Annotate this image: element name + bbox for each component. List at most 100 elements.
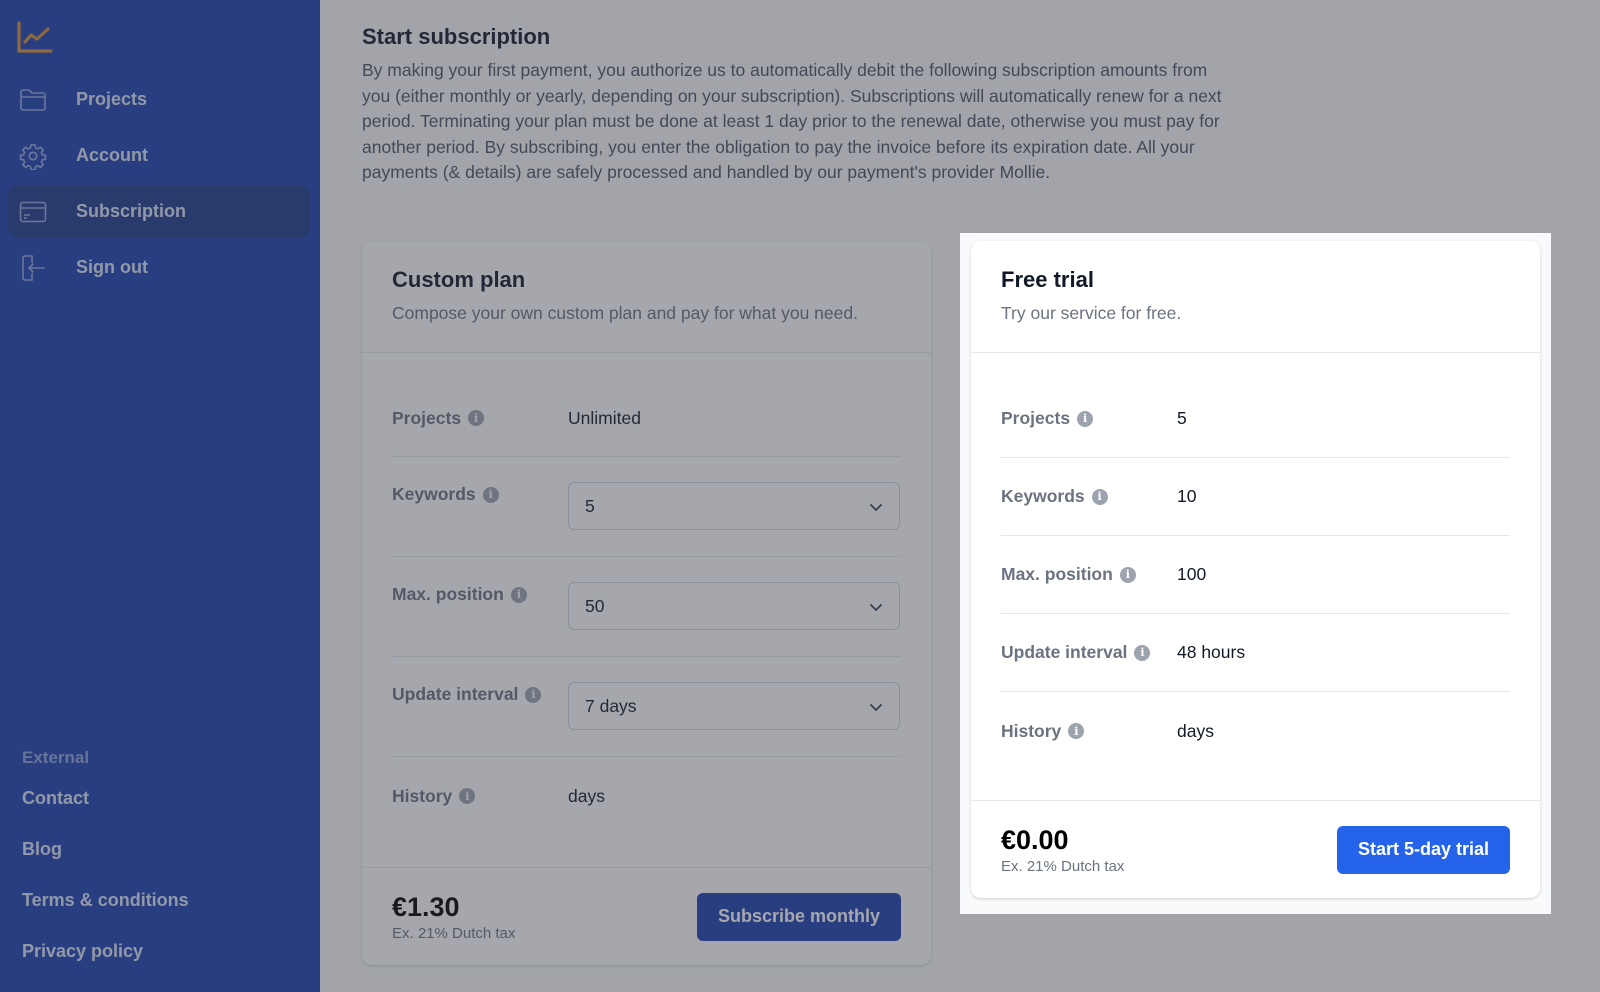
row-label-text: Update interval: [1001, 642, 1128, 662]
row-value: Unlimited: [568, 407, 641, 428]
row-label-text: Max. position: [392, 584, 504, 604]
page-title: Start subscription: [362, 24, 551, 49]
chevron-down-icon: [869, 596, 883, 617]
card-subtitle: Try our service for free.: [1001, 303, 1182, 323]
subscribe-monthly-button[interactable]: Subscribe monthly: [696, 892, 901, 941]
trial-row-projects: Projects i 5: [1001, 380, 1510, 458]
chevron-down-icon: [869, 496, 883, 517]
row-label-text: Keywords: [1001, 486, 1085, 506]
card-body: Projects i 5 Keywords i 10 Max. position…: [971, 353, 1540, 770]
row-label-text: Keywords: [392, 484, 476, 504]
card-title: Custom plan: [392, 267, 526, 292]
keywords-select[interactable]: 5: [568, 482, 900, 530]
row-label-text: Update interval: [392, 684, 519, 704]
sidebar-item-projects[interactable]: Projects: [8, 74, 310, 125]
row-label: Keywords i: [392, 482, 568, 505]
row-value: days: [1177, 720, 1214, 741]
plan-row-update-interval: Update interval i 7 days: [392, 657, 901, 757]
info-icon[interactable]: i: [1119, 566, 1136, 583]
card-title: Free trial: [1001, 267, 1094, 292]
update-interval-select[interactable]: 7 days: [568, 682, 900, 730]
tax-note: Ex. 21% Dutch tax: [1001, 857, 1125, 875]
row-value: 100: [1177, 564, 1207, 584]
privacy-policy-link[interactable]: Privacy policy: [22, 939, 189, 990]
row-label: Update interval i: [1001, 642, 1177, 663]
row-label-text: History: [1001, 720, 1062, 741]
card-header: Custom plan Compose your own custom plan…: [362, 241, 931, 353]
info-icon[interactable]: i: [459, 788, 476, 804]
custom-plan-card: Custom plan Compose your own custom plan…: [362, 241, 931, 965]
row-value: 48 hours: [1177, 642, 1246, 662]
sidebar-item-label: Projects: [76, 89, 148, 109]
trial-row-update-interval: Update interval i 48 hours: [1001, 614, 1510, 692]
max-position-select[interactable]: 50: [568, 582, 900, 630]
info-icon[interactable]: i: [1077, 410, 1094, 427]
row-label: Projects i: [1001, 408, 1177, 429]
sidebar: Projects Account Subscription Sign out E…: [0, 0, 320, 992]
price: €1.30: [392, 891, 460, 922]
row-value: days: [568, 785, 605, 806]
blog-link[interactable]: Blog: [22, 837, 189, 888]
select-value: 5: [585, 495, 595, 516]
sidebar-item-subscription[interactable]: Subscription: [8, 186, 310, 237]
plan-row-projects: Projects i Unlimited: [392, 380, 901, 457]
row-label: History i: [392, 786, 568, 807]
sidebar-item-label: Subscription: [76, 201, 187, 221]
plan-row-history: History i days: [392, 757, 901, 835]
plan-row-max-position: Max. position i 50: [392, 557, 901, 657]
info-icon[interactable]: i: [1134, 644, 1151, 661]
row-label-text: Projects: [392, 407, 462, 428]
credit-card-icon: [18, 197, 48, 227]
select-value: 50: [585, 595, 605, 616]
info-icon[interactable]: i: [1091, 488, 1108, 505]
terms-link[interactable]: Terms & conditions: [22, 888, 189, 939]
tax-note: Ex. 21% Dutch tax: [392, 924, 516, 942]
external-section-label: External: [22, 748, 90, 767]
trial-row-keywords: Keywords i 10: [1001, 458, 1510, 536]
card-footer: €1.30 Ex. 21% Dutch tax Subscribe monthl…: [362, 867, 931, 965]
chart-line-icon[interactable]: [16, 20, 54, 54]
row-label-text: Max. position: [1001, 564, 1113, 584]
sidebar-nav: Projects Account Subscription Sign out: [8, 74, 310, 298]
free-trial-card: Free trial Try our service for free. Pro…: [971, 241, 1540, 898]
price-block: €1.30 Ex. 21% Dutch tax: [392, 892, 515, 942]
external-links: Contact Blog Terms & conditions Privacy …: [22, 786, 189, 990]
trial-row-history: History i days: [1001, 692, 1510, 770]
row-label: Max. position i: [1001, 564, 1177, 585]
intro-text: By making your first payment, you author…: [362, 60, 1222, 182]
sidebar-item-label: Sign out: [76, 257, 148, 277]
info-icon[interactable]: i: [1068, 723, 1085, 739]
card-subtitle: Compose your own custom plan and pay for…: [392, 303, 858, 323]
sidebar-item-label: Account: [76, 145, 148, 165]
row-value: 10: [1177, 486, 1197, 506]
gear-icon: [18, 141, 48, 171]
row-label-text: History: [392, 785, 453, 806]
chevron-down-icon: [869, 696, 883, 717]
highlight-frame: Free trial Try our service for free. Pro…: [960, 233, 1551, 914]
select-value: 7 days: [585, 695, 637, 716]
price-block: €0.00 Ex. 21% Dutch tax: [1001, 825, 1124, 875]
row-label: History i: [1001, 721, 1177, 742]
folder-icon: [18, 85, 48, 115]
info-icon[interactable]: i: [525, 686, 542, 703]
row-value: 5: [1177, 408, 1187, 428]
card-body: Projects i Unlimited Keywords i 5 Max. p…: [362, 353, 931, 835]
price: €0.00: [1001, 824, 1069, 855]
contact-link[interactable]: Contact: [22, 786, 189, 837]
row-label: Update interval i: [392, 682, 568, 705]
row-label: Max. position i: [392, 582, 568, 605]
start-trial-button[interactable]: Start 5-day trial: [1336, 825, 1510, 874]
trial-row-max-position: Max. position i 100: [1001, 536, 1510, 614]
card-footer: €0.00 Ex. 21% Dutch tax Start 5-day tria…: [971, 800, 1540, 898]
row-label-text: Projects: [1001, 408, 1071, 428]
info-icon[interactable]: i: [482, 486, 499, 503]
info-icon[interactable]: i: [468, 410, 485, 426]
sign-out-icon: [18, 253, 48, 283]
sidebar-item-account[interactable]: Account: [8, 130, 310, 181]
card-header: Free trial Try our service for free.: [971, 241, 1540, 353]
info-icon[interactable]: i: [510, 586, 527, 603]
sidebar-item-sign-out[interactable]: Sign out: [8, 242, 310, 293]
row-label: Keywords i: [1001, 486, 1177, 507]
row-label: Projects i: [392, 408, 568, 429]
plan-row-keywords: Keywords i 5: [392, 457, 901, 557]
